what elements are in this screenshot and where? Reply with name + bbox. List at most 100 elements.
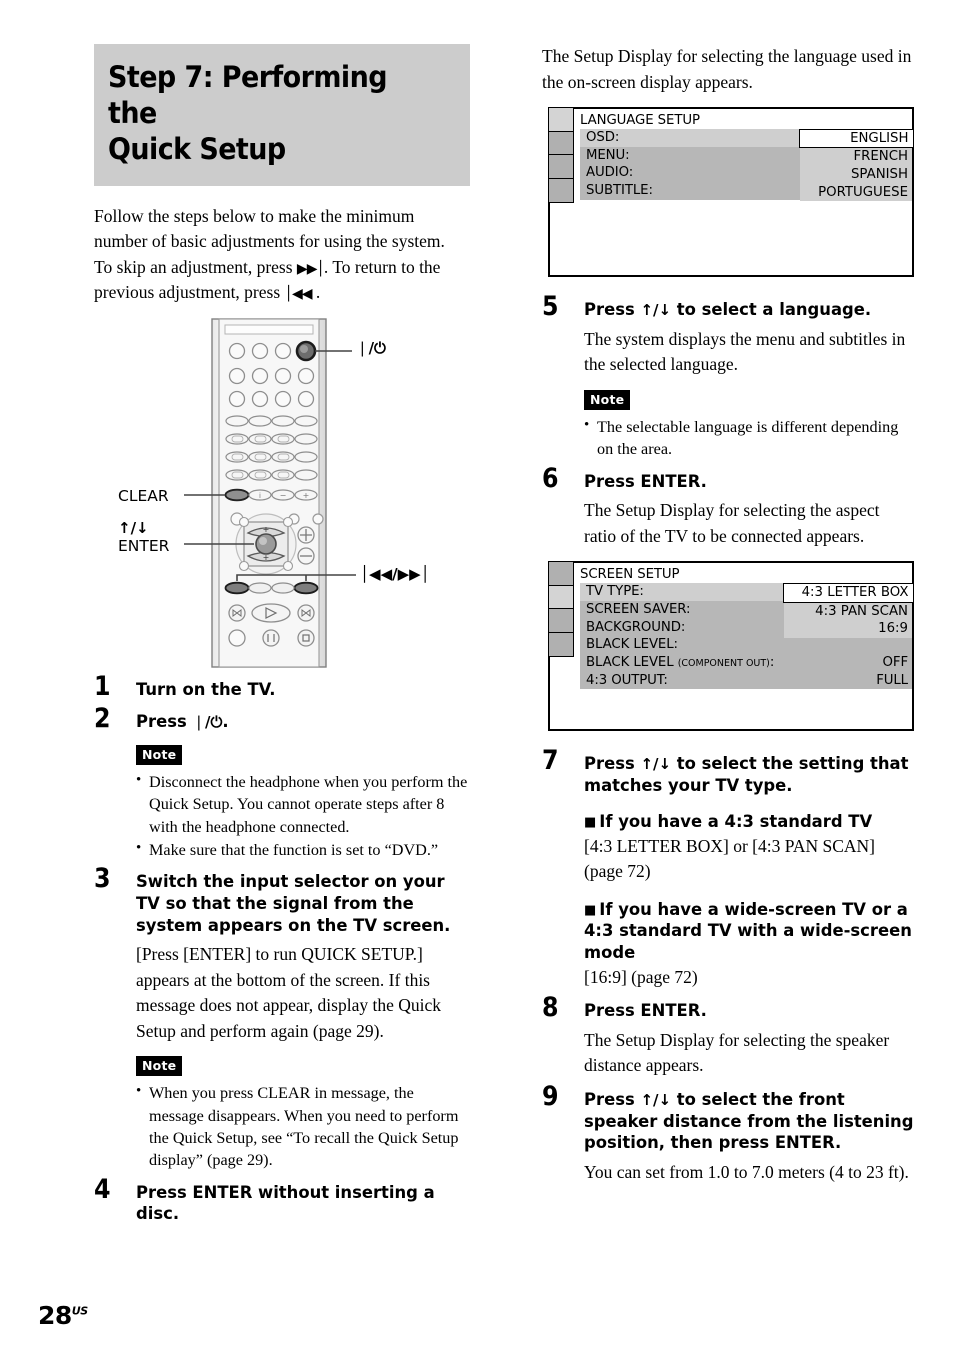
skip-back-button-highlight [224,582,250,595]
square-bullet-icon: ■ [584,902,597,918]
step-7-subhead-1-desc: [4:3 LETTER BOX] or [4:3 PAN SCAN] (page… [584,835,876,882]
step-2: 2 Press ❘/⏻. Note Disconnect the headpho… [94,705,470,861]
step-7-title-a: Press [584,754,641,774]
osd-row-43-output[interactable]: 4:3 OUTPUT: FULL [580,672,912,690]
step-8-number: 8 [542,992,559,1024]
up-down-arrow-icon: ↑/↓ [640,301,672,320]
osd-tab-custom[interactable] [548,154,574,180]
svg-text:i: i [259,492,261,500]
note-item: Make sure that the function is set to “D… [136,838,470,861]
osd-row-label: MENU: [586,147,630,163]
right-column: The Setup Display for selecting the lang… [542,44,914,1186]
step-5-note: Note The selectable language is differen… [584,389,914,461]
step-7-subhead-2: ■ If you have a wide-screen TV or a 4:3 s… [584,899,914,964]
page-title-banner: Step 7: Performing the Quick Setup [94,44,470,186]
clear-button-highlight [224,489,250,502]
step-9-description: You can set from 1.0 to 7.0 meters (4 to… [584,1162,909,1183]
osd-row-label: BACKGROUND: [586,619,686,635]
language-osd-screen: LANGUAGE SETUP OSD: ENGLISH MENU: AUDIO: [574,109,914,202]
step-4: 4 Press ENTER without inserting a disc. [94,1176,470,1225]
osd-row-label-small: (COMPONENT OUT) [677,658,770,670]
step-3: 3 Switch the input selector on your TV s… [94,865,470,1172]
power-icon: ❘/⏻ [192,712,223,731]
note-badge: Note [584,389,631,410]
dropdown-option-selected[interactable]: ENGLISH [798,128,914,149]
step-9-title: Press ↑/↓ to select the front speaker di… [584,1089,914,1154]
step-3-description: [Press [ENTER] to run QUICK SETUP.] appe… [136,944,441,1041]
skip-back-icon: │◀◀ [284,286,313,303]
step-7-subhead-1-text: If you have a 4:3 standard TV [599,811,873,831]
osd-row-label: AUDIO: [586,165,634,181]
step-2-title: Press ❘/⏻. [136,711,470,733]
svg-text:+: + [263,525,270,534]
skip-forward-icon: ▶▶│ [296,260,325,277]
step-7: 7 Press ↑/↓ to select the setting that m… [542,747,914,990]
step-2-number: 2 [94,702,111,734]
screen-osd-tabs [548,561,574,657]
step-2-title-a: Press [136,711,193,731]
step-5-title-a: Press [584,300,641,320]
step-2-note: Note Disconnect the headphone when you p… [136,744,470,861]
step-1-title: Turn on the TV. [136,680,276,700]
enter-button-label: ENTER [118,537,170,556]
language-setup-osd: LANGUAGE SETUP OSD: ENGLISH MENU: AUDIO: [548,107,914,278]
dropdown-option-selected[interactable]: 4:3 LETTER BOX [782,582,914,603]
osd-row-label: SUBTITLE: [586,183,653,199]
step-3-note: Note When you press CLEAR in message, th… [136,1056,470,1171]
step-5-title-b: to select a language. [671,300,872,320]
dropdown-option[interactable]: FRENCH [800,148,912,166]
up-down-arrow-icon: ↑/↓ [640,1090,672,1109]
step-5-description: The system displays the menu and subtitl… [584,328,906,375]
language-dropdown-list[interactable]: ENGLISH FRENCH SPANISH PORTUGUESE [798,128,914,202]
osd-row-label: BLACK LEVEL: [586,637,678,653]
osd-tab-custom[interactable] [548,608,574,634]
step-3-note-list: When you press CLEAR in message, the mes… [136,1081,470,1171]
intro-paragraph-1: Follow the steps below to make the minim… [94,205,445,252]
left-column: Step 7: Performing the Quick Setup Follo… [94,44,470,1225]
step-7-title: Press ↑/↓ to select the setting that mat… [584,753,914,796]
page-folio: 28US [38,1301,88,1330]
clear-button-label: CLEAR [118,487,169,506]
dropdown-option[interactable]: 16:9 [784,620,912,638]
osd-row-black-level-component[interactable]: BLACK LEVEL (COMPONENT OUT): OFF [580,654,912,672]
osd-tab-screen[interactable] [548,584,574,610]
remote-control-illustration: i − + + + ❘/⏻ CLEAR ↑/↓ ENTER │◀◀/▶▶│ [94,313,470,669]
screen-dropdown-list[interactable]: 4:3 LETTER BOX 4:3 PAN SCAN 16:9 [782,582,914,638]
screen-setup-osd: SCREEN SETUP TV TYPE: 4:3 LETTER BOX SCR… [548,561,914,732]
dropdown-option[interactable]: PORTUGUESE [800,184,912,202]
step-8-description: The Setup Display for selecting the spea… [584,1029,890,1076]
square-bullet-icon: ■ [584,814,597,830]
osd-tab-screen[interactable] [548,130,574,156]
osd-tab-speaker[interactable] [548,631,574,657]
dropdown-option[interactable]: 4:3 PAN SCAN [784,603,912,621]
note-item: The selectable language is different dep… [584,415,914,461]
intro-paragraph-2: To skip an adjustment, press ▶▶│. To ret… [94,255,470,305]
step-7-number: 7 [542,745,559,777]
page-region-suffix: US [71,1304,88,1318]
skip-buttons-label: │◀◀/▶▶│ [360,565,430,584]
osd-tab-language[interactable] [548,107,574,133]
step-9: 9 Press ↑/↓ to select the front speaker … [542,1083,914,1186]
step-1: 1 Turn on the TV. [94,673,470,701]
osd-tab-speaker[interactable] [548,177,574,203]
osd-row-label-main: BLACK LEVEL [586,655,674,671]
manual-page: Step 7: Performing the Quick Setup Follo… [0,0,954,1352]
step-7-subhead-2-text: If you have a wide-screen TV or a 4:3 st… [584,899,912,962]
step-7-subhead-2-desc: [16:9] (page 72) [584,966,698,987]
page-number: 28 [38,1301,72,1330]
step-3-title: Switch the input selector on your TV so … [136,872,451,935]
osd-row-label: TV TYPE: [586,584,644,600]
step-6: 6 Press ENTER. The Setup Display for sel… [542,465,914,550]
screen-osd-title: SCREEN SETUP [580,567,680,583]
osd-tab-language[interactable] [548,561,574,587]
svg-text:−: − [280,491,287,500]
step-6-number: 6 [542,462,559,494]
osd-row-black-level[interactable]: BLACK LEVEL: [580,636,912,654]
language-osd-title: LANGUAGE SETUP [580,113,700,129]
step-2-note-list: Disconnect the headphone when you perfor… [136,770,470,861]
osd-row-label: BLACK LEVEL (COMPONENT OUT): [586,654,774,672]
dropdown-option[interactable]: SPANISH [800,166,912,184]
step-4-title: Press ENTER without inserting a disc. [136,1182,435,1224]
svg-text:+: + [303,491,310,500]
page-title-line1: Step 7: Performing the [108,60,388,130]
